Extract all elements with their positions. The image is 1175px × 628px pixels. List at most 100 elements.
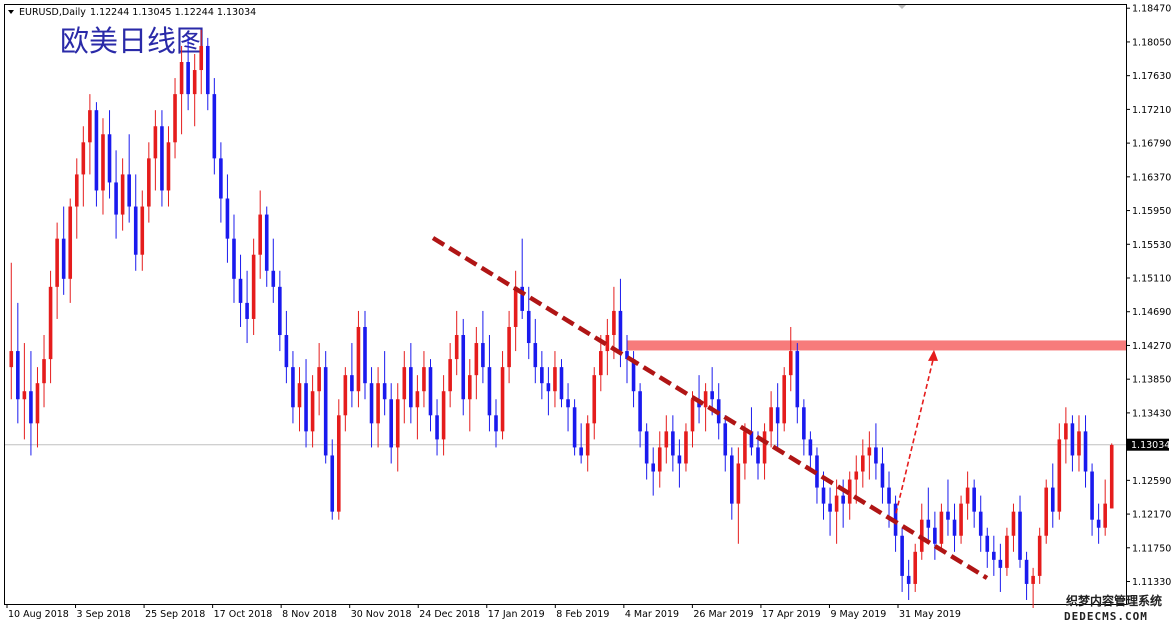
candle-body [389, 399, 393, 448]
y-tick-label: 1.12170 [1132, 510, 1171, 521]
candle-body [834, 495, 839, 512]
candle-body [29, 391, 33, 424]
candle-body [88, 110, 92, 143]
candle-body [395, 399, 400, 448]
candle-body [114, 182, 118, 215]
candle-body [592, 375, 597, 424]
candle-body [1005, 535, 1009, 568]
candle-body [435, 415, 439, 440]
candle-body [428, 367, 433, 416]
candle-body [788, 351, 793, 376]
candle-body [212, 94, 217, 159]
plot-frame [4, 4, 1127, 605]
candle-body [861, 455, 865, 472]
candle-body [284, 335, 289, 368]
x-tick-label: 4 Mar 2019 [625, 609, 679, 620]
y-tick-label: 1.14690 [1132, 307, 1171, 318]
candle-body [454, 335, 459, 360]
candle-body [35, 383, 40, 424]
y-tick-label: 1.18050 [1132, 37, 1171, 48]
candle-body [513, 286, 518, 327]
y-tick-label: 1.16370 [1132, 172, 1171, 183]
x-tick-label: 9 May 2019 [830, 609, 886, 620]
candle-body [946, 511, 950, 520]
candle-body [192, 70, 197, 95]
candle-body [310, 391, 315, 432]
candle-body [710, 391, 714, 400]
candle-body [795, 351, 800, 408]
candle-body [107, 134, 112, 183]
candle-body [494, 415, 498, 432]
candle-body [304, 383, 308, 432]
candle-body [1064, 423, 1068, 440]
candle-body [828, 503, 832, 512]
candle-body [684, 431, 688, 464]
candle-body [225, 198, 230, 239]
candle-body [1103, 503, 1107, 528]
candle-body [271, 270, 276, 287]
candlestick-chart: EURUSD,Daily 1.12244 1.13045 1.12244 1.1… [4, 4, 1171, 623]
candle-body [1031, 575, 1035, 584]
candle-body [245, 302, 249, 319]
x-tick-label: 25 Sep 2018 [145, 609, 205, 620]
y-tick-label: 1.15110 [1132, 274, 1171, 285]
candle-body [802, 407, 806, 440]
candle-body [278, 286, 282, 336]
candle-body [1024, 559, 1029, 584]
x-tick-label: 24 Dec 2018 [419, 609, 480, 620]
candle-body [992, 551, 996, 560]
y-tick-label: 1.18470 [1132, 4, 1171, 15]
candle-body [612, 310, 616, 336]
candle-body [821, 487, 826, 504]
candle-body [120, 174, 125, 215]
candle-body [978, 511, 983, 536]
candle-body [959, 503, 963, 536]
candle-body [363, 326, 367, 384]
x-tick-label: 31 May 2019 [899, 609, 961, 620]
candle-body [533, 343, 538, 368]
candle-body [179, 62, 184, 95]
candle-body [376, 383, 380, 424]
y-tick-label: 1.17210 [1132, 105, 1171, 116]
x-tick-label: 26 Mar 2019 [693, 609, 753, 620]
watermark-line2: DEDECMS.COM [1064, 610, 1148, 623]
candle-body [985, 535, 990, 552]
price-axis: 1.18470 1.18050 1.17630 1.17210 1.16790 1.163… [1126, 4, 1171, 588]
candle-body [140, 206, 145, 255]
candle-body [369, 383, 374, 424]
candle-body [297, 383, 302, 408]
candle-body [906, 575, 911, 584]
candle-body [1083, 431, 1088, 472]
candle-body [1077, 431, 1081, 456]
candle-body [841, 495, 845, 504]
candle-body [160, 126, 164, 191]
candle-body [690, 399, 695, 432]
candle-body [22, 391, 27, 400]
candle-body [448, 359, 452, 392]
candle-body [775, 407, 780, 424]
candle-body [42, 359, 46, 384]
candle-body [585, 423, 590, 456]
candle-body [559, 367, 564, 400]
candle-body [507, 326, 511, 368]
candle-body [382, 383, 387, 400]
candle-body [1070, 423, 1075, 456]
y-tick-label: 1.15530 [1132, 240, 1171, 251]
y-tick-label: 1.16790 [1132, 139, 1171, 150]
candle-body [736, 463, 741, 504]
candle-body [94, 110, 99, 191]
candle-body [546, 383, 551, 392]
candle-body [153, 126, 158, 159]
candle-body [219, 158, 223, 199]
candle-body [651, 463, 656, 472]
x-tick-label: 17 Oct 2018 [214, 609, 273, 620]
candle-body [579, 447, 583, 456]
symbol-label: EURUSD,Daily [19, 7, 86, 18]
candle-body [186, 62, 190, 95]
candle-body [61, 238, 66, 279]
candle-body [671, 431, 675, 456]
candle-body [657, 447, 662, 472]
candle-body [199, 45, 204, 71]
candle-body [599, 351, 603, 376]
candle-body [762, 431, 767, 464]
